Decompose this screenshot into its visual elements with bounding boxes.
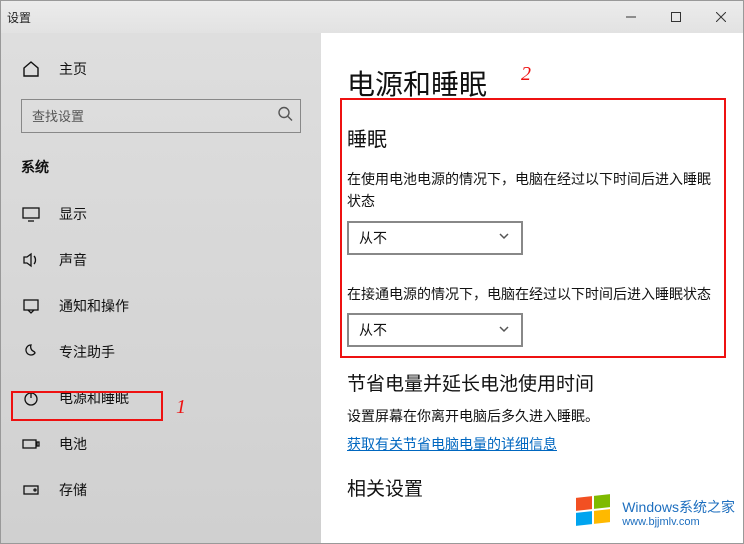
sidebar-nav: 显示 声音 通知和操作 专注助手 电源和睡眠: [1, 191, 321, 513]
home-label: 主页: [59, 59, 87, 79]
plugged-sleep-desc: 在接通电源的情况下，电脑在经过以下时间后进入睡眠状态: [347, 283, 719, 305]
home-icon: [21, 60, 41, 78]
sidebar-item-display[interactable]: 显示: [1, 191, 321, 237]
home-nav[interactable]: 主页: [1, 49, 321, 99]
watermark-title: Windows系统之家: [622, 500, 735, 515]
sidebar-section-title: 系统: [1, 151, 321, 191]
sidebar-item-battery[interactable]: 电池: [1, 421, 321, 467]
sidebar-item-power[interactable]: 电源和睡眠: [1, 375, 321, 421]
search-field[interactable]: [21, 99, 301, 133]
sidebar: 主页 系统 显示 声音: [1, 33, 321, 543]
close-button[interactable]: [698, 1, 743, 33]
watermark-url: www.bjjmlv.com: [622, 516, 735, 528]
watermark: Windows系统之家 www.bjjmlv.com: [576, 495, 735, 533]
search-icon: [277, 106, 293, 127]
save-power-section: 节省电量并延长电池使用时间 设置屏幕在你离开电脑后多久进入睡眠。 获取有关节省电…: [347, 369, 719, 454]
sidebar-item-label: 电池: [59, 434, 87, 454]
minimize-button[interactable]: [608, 1, 653, 33]
window-controls: [608, 1, 743, 33]
sidebar-item-label: 通知和操作: [59, 296, 129, 316]
plugged-sleep-select[interactable]: 从不: [347, 313, 523, 347]
storage-icon: [21, 481, 41, 499]
content-pane: 电源和睡眠 睡眠 在使用电池电源的情况下，电脑在经过以下时间后进入睡眠状态 从不…: [321, 33, 743, 543]
search-input[interactable]: [21, 99, 301, 133]
sidebar-item-label: 专注助手: [59, 342, 115, 362]
save-power-desc: 设置屏幕在你离开电脑后多久进入睡眠。: [347, 406, 719, 426]
titlebar: 设置: [1, 1, 743, 33]
battery-icon: [21, 435, 41, 453]
plugged-sleep-value: 从不: [359, 320, 387, 340]
page-title: 电源和睡眠: [347, 63, 719, 103]
sidebar-item-notifications[interactable]: 通知和操作: [1, 283, 321, 329]
notifications-icon: [21, 297, 41, 315]
display-icon: [21, 205, 41, 223]
windows-logo-icon: [576, 495, 614, 533]
sound-icon: [21, 251, 41, 269]
focus-icon: [21, 343, 41, 361]
battery-sleep-value: 从不: [359, 228, 387, 248]
sidebar-item-storage[interactable]: 存储: [1, 467, 321, 513]
save-power-heading: 节省电量并延长电池使用时间: [347, 369, 719, 396]
sidebar-item-label: 电源和睡眠: [59, 388, 129, 408]
save-power-link[interactable]: 获取有关节省电脑电量的详细信息: [347, 436, 557, 452]
sidebar-item-sound[interactable]: 声音: [1, 237, 321, 283]
battery-sleep-select[interactable]: 从不: [347, 221, 523, 255]
window-title: 设置: [7, 9, 31, 26]
chevron-down-icon: [497, 322, 511, 339]
power-icon: [21, 389, 41, 407]
sidebar-item-label: 显示: [59, 204, 87, 224]
battery-sleep-desc: 在使用电池电源的情况下，电脑在经过以下时间后进入睡眠状态: [347, 168, 719, 213]
chevron-down-icon: [497, 229, 511, 246]
sidebar-item-label: 声音: [59, 250, 87, 270]
sleep-section: 睡眠 在使用电池电源的情况下，电脑在经过以下时间后进入睡眠状态 从不 在接通电源…: [347, 123, 719, 347]
sidebar-item-focus[interactable]: 专注助手: [1, 329, 321, 375]
sidebar-item-label: 存储: [59, 480, 87, 500]
sleep-heading: 睡眠: [347, 123, 719, 152]
maximize-button[interactable]: [653, 1, 698, 33]
